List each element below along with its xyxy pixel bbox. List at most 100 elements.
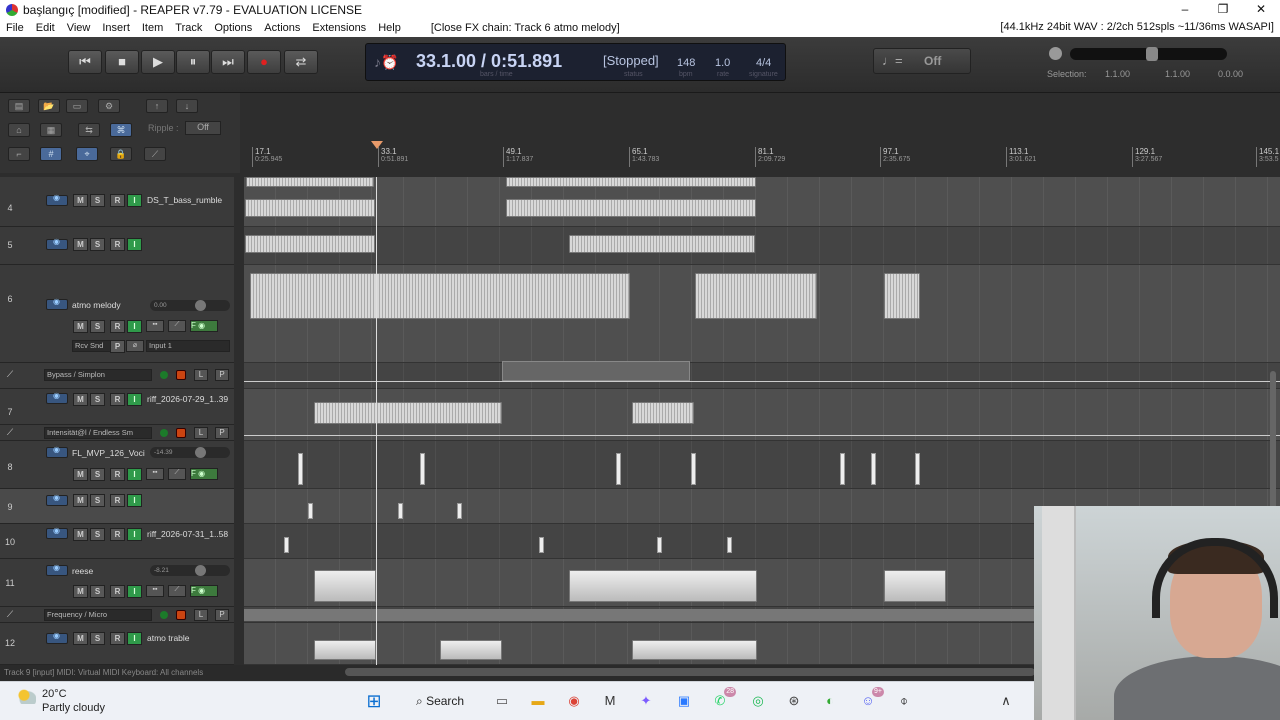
midi-item[interactable]	[314, 570, 376, 602]
go-to-end-button[interactable]: ⏭	[211, 50, 245, 74]
record-arm-button[interactable]	[46, 563, 68, 576]
mute-button[interactable]: M	[73, 238, 88, 251]
track-name[interactable]: atmo melody	[72, 300, 146, 310]
midi-item[interactable]	[840, 453, 845, 485]
envelope-param[interactable]: Frequency / Micro	[44, 609, 152, 621]
master-volume-slider[interactable]	[1070, 47, 1227, 61]
timeline-ruler[interactable]: 17.1 0:25.945 33.1 0:51.891 49.1 1:17.837 6…	[250, 125, 1280, 167]
solo-button[interactable]: S	[90, 320, 105, 333]
close-fx-chain-menu[interactable]: [Close FX chain: Track 6 atmo melody]	[425, 22, 626, 34]
windows-start-icon[interactable]: ⊞	[362, 690, 386, 712]
copilot-icon[interactable]: ✦	[634, 690, 658, 712]
mute-button[interactable]: M	[73, 528, 88, 541]
midi-item[interactable]	[691, 453, 696, 485]
midi-item[interactable]	[284, 537, 289, 553]
menu-extensions[interactable]: Extensions	[306, 22, 372, 34]
route-button[interactable]: R	[110, 494, 125, 507]
latch-button[interactable]: L	[194, 609, 208, 621]
mute-button[interactable]: M	[73, 468, 88, 481]
menu-view[interactable]: View	[61, 22, 97, 34]
horizontal-scrollbar[interactable]	[345, 668, 1035, 676]
mute-button[interactable]: M	[73, 494, 88, 507]
track-7-envelope[interactable]: ⟋ Intensität@l / Endless Sm L P	[0, 425, 234, 441]
midi-item[interactable]	[915, 453, 920, 485]
midi-item[interactable]	[569, 570, 757, 602]
input-select[interactable]: Input 1	[146, 340, 230, 352]
track-7-header[interactable]: 7 M S R I riff_2026-07-29_1..39	[0, 389, 234, 425]
rate-value[interactable]: 1.0	[715, 57, 730, 69]
solo-button[interactable]: S	[90, 494, 105, 507]
fx-insert-button[interactable]: I	[127, 194, 142, 207]
phase-invert-icon[interactable]: ⌀	[126, 340, 144, 352]
app-icon[interactable]: ⊛	[782, 690, 806, 712]
audio-device-status[interactable]: [44.1kHz 24bit WAV : 2/2ch 512spls ~11/3…	[1000, 21, 1274, 33]
midi-item[interactable]	[420, 453, 425, 485]
midi-item[interactable]	[632, 640, 757, 660]
record-arm-button[interactable]	[46, 297, 68, 310]
audio-item[interactable]	[569, 235, 755, 253]
solo-button[interactable]: S	[90, 393, 105, 406]
metronome-control[interactable]: ♩= Off	[873, 48, 971, 74]
taskbar-search[interactable]: ⌕ Search	[408, 690, 488, 712]
midi-item[interactable]	[457, 503, 462, 519]
store-icon[interactable]: ▣	[672, 690, 696, 712]
arm-envelope-button[interactable]	[176, 370, 186, 380]
mute-button[interactable]: M	[73, 632, 88, 645]
file-explorer-icon[interactable]: ▬	[526, 690, 550, 712]
capcut-icon[interactable]: ⌽	[892, 690, 916, 712]
grid-lines-icon[interactable]: #	[40, 147, 62, 161]
audio-item[interactable]	[695, 273, 817, 319]
fx-insert-button[interactable]: I	[127, 468, 142, 481]
weather-widget[interactable]: 20°C Partly cloudy	[16, 688, 105, 714]
lock-icon[interactable]: 🔒	[110, 147, 132, 161]
master-volume-knob[interactable]	[1049, 47, 1062, 60]
menu-edit[interactable]: Edit	[30, 22, 61, 34]
reaper-taskbar-icon[interactable]: ◐	[818, 690, 842, 712]
ripple-mode-select[interactable]: Off	[185, 121, 221, 135]
menu-insert[interactable]: Insert	[96, 22, 136, 34]
track-11-header[interactable]: 11 reese -8.21 M S R I ▪▪ ⟋ F ◉	[0, 559, 234, 607]
marker-icon[interactable]: ⟋	[144, 147, 166, 161]
menu-help[interactable]: Help	[372, 22, 407, 34]
envelope-button[interactable]: ⟋	[168, 320, 186, 332]
midi-item[interactable]	[308, 503, 313, 519]
record-arm-button[interactable]	[46, 193, 68, 206]
record-arm-button[interactable]	[46, 391, 68, 404]
menu-track[interactable]: Track	[169, 22, 208, 34]
discord-icon[interactable]: ☺ 9+	[856, 687, 884, 712]
route-button[interactable]: R	[110, 528, 125, 541]
settings-gear-icon[interactable]: ⚙	[98, 99, 120, 113]
audio-item[interactable]	[506, 199, 756, 217]
audio-item[interactable]	[245, 235, 375, 253]
track-name[interactable]: FL_MVP_126_Voci	[72, 448, 148, 458]
midi-item[interactable]	[314, 640, 376, 660]
record-arm-button[interactable]	[46, 493, 68, 506]
solo-button[interactable]: S	[90, 468, 105, 481]
volume-envelope-line[interactable]	[244, 381, 1280, 382]
bypass-led[interactable]	[160, 429, 168, 437]
undo-icon[interactable]: ↑	[146, 99, 168, 113]
record-button[interactable]: ●	[247, 50, 281, 74]
minimize-button[interactable]: –	[1166, 0, 1204, 19]
fx-insert-button[interactable]: I	[127, 528, 142, 541]
midi-item[interactable]	[871, 453, 876, 485]
loop-button[interactable]: ⇄	[284, 50, 318, 74]
monitor-button[interactable]: ▪▪	[146, 585, 164, 597]
menu-file[interactable]: File	[0, 22, 30, 34]
route-button[interactable]: R	[110, 585, 125, 598]
menu-options[interactable]: Options	[208, 22, 258, 34]
redo-icon[interactable]: ↓	[176, 99, 198, 113]
play-button[interactable]: ▶	[141, 50, 175, 74]
time-signature-value[interactable]: 4/4	[756, 57, 771, 69]
grid-icon[interactable]: ⌂	[8, 123, 30, 137]
record-arm-button[interactable]	[46, 526, 68, 539]
envelope-selection[interactable]	[502, 361, 690, 381]
mute-button[interactable]: M	[73, 194, 88, 207]
fx-button[interactable]: F ◉	[190, 585, 218, 597]
envelope-button[interactable]: ⟋	[168, 585, 186, 597]
track-name[interactable]: DS_T_bass_rumble	[147, 195, 232, 205]
solo-button[interactable]: S	[90, 632, 105, 645]
midi-item[interactable]	[616, 453, 621, 485]
parameter-button[interactable]: P	[215, 609, 229, 621]
go-to-start-button[interactable]: ⏮	[68, 50, 102, 74]
